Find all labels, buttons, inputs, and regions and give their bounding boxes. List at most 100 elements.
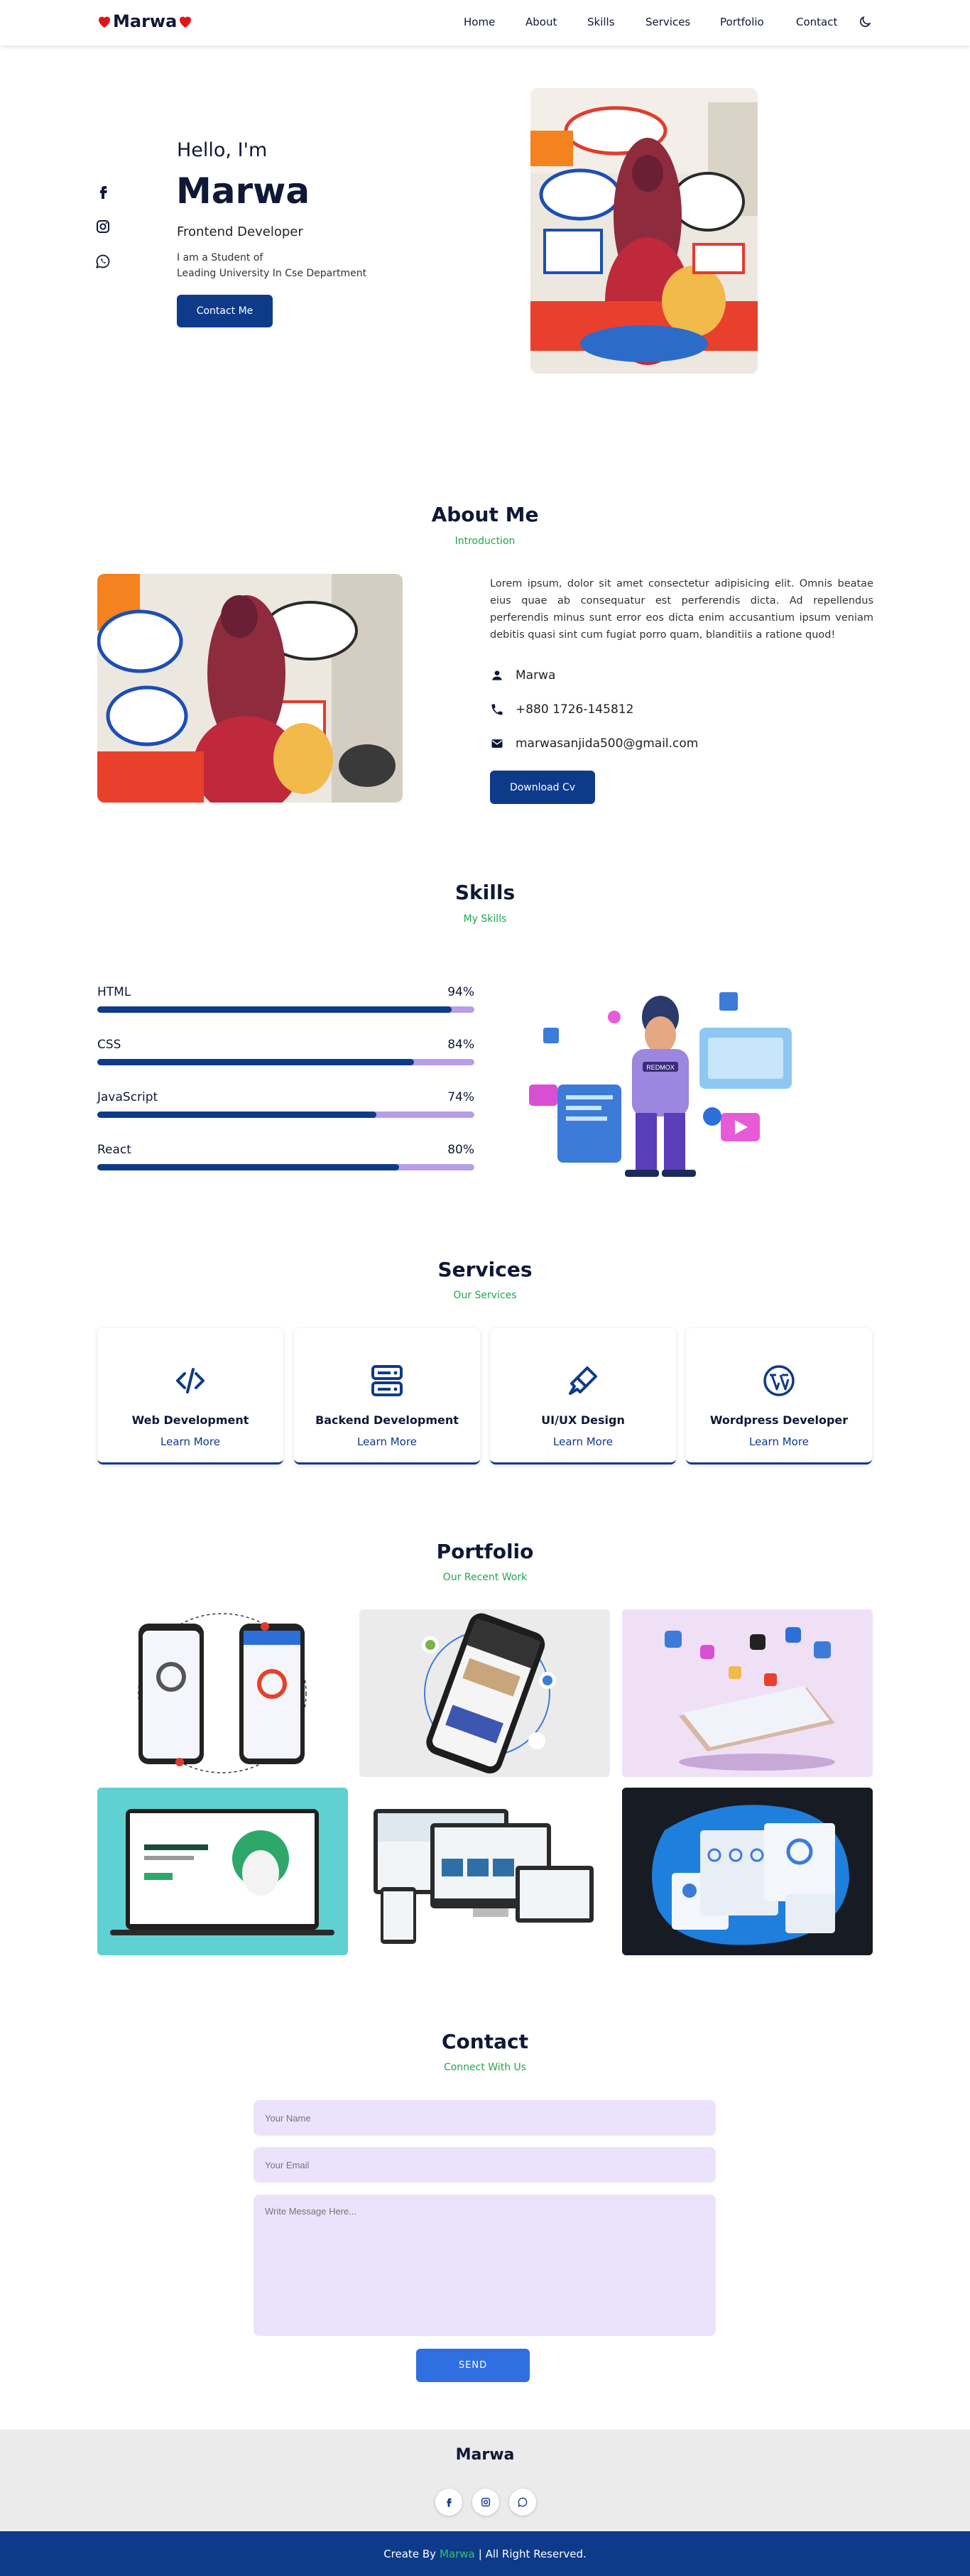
nav-about[interactable]: About	[525, 16, 557, 28]
heart-icon	[180, 16, 192, 28]
wordpress-icon	[763, 1365, 795, 1396]
skill-percent: 74%	[447, 1090, 474, 1104]
about-title: About Me	[431, 503, 539, 526]
illustration-shirt-label: REDMOX	[646, 1064, 675, 1071]
about-email-row: marwasanjida500@gmail.com	[490, 737, 698, 751]
message-textarea[interactable]	[254, 2195, 716, 2336]
services-title: Services	[437, 1258, 533, 1281]
nav-home[interactable]: Home	[464, 16, 495, 28]
name-input[interactable]	[254, 2100, 716, 2136]
learn-more-link[interactable]: Learn More	[294, 1435, 480, 1448]
skill-name: CSS	[97, 1038, 121, 1052]
nav-skills[interactable]: Skills	[587, 16, 615, 28]
hero-photo	[530, 88, 758, 374]
service-card-web[interactable]: Web Development Learn More	[97, 1328, 283, 1464]
contact-me-button[interactable]: Contact Me	[177, 295, 273, 327]
footer-instagram[interactable]	[472, 2489, 499, 2516]
portfolio-item-4[interactable]	[97, 1788, 348, 1955]
learn-more-link[interactable]: Learn More	[490, 1435, 676, 1448]
about-phone-row: +880 1726-145812	[490, 702, 633, 717]
skill-progress-bar	[97, 1059, 474, 1065]
nav-contact[interactable]: Contact	[796, 16, 837, 28]
portfolio-item-5[interactable]	[359, 1788, 610, 1955]
skill-percent: 94%	[447, 985, 474, 999]
hero-name: Marwa	[176, 170, 310, 212]
skill-progress-fill	[97, 1164, 399, 1170]
portfolio-item-1[interactable]	[97, 1609, 348, 1777]
skill-progress-fill	[97, 1059, 415, 1065]
instagram-icon	[481, 2497, 491, 2507]
skill-progress-fill	[97, 1112, 376, 1118]
service-card-backend[interactable]: Backend Development Learn More	[294, 1328, 480, 1464]
skill-name: JavaScript	[97, 1090, 158, 1104]
heart-icon	[99, 16, 110, 28]
skill-name: HTML	[97, 985, 131, 999]
skill-percent: 84%	[447, 1038, 474, 1052]
facebook-icon[interactable]	[94, 183, 111, 200]
skills-subtitle: My Skills	[463, 913, 507, 925]
services-subtitle: Our Services	[453, 1290, 517, 1301]
skills-title: Skills	[454, 881, 516, 904]
portfolio-title: Portfolio	[436, 1540, 534, 1563]
hero-greeting: Hello, I'm	[177, 139, 268, 161]
skills-illustration: REDMOX	[529, 978, 799, 1177]
portfolio-item-3[interactable]	[622, 1609, 873, 1777]
copyright-prefix: Create By	[383, 2547, 436, 2560]
service-card-uiux[interactable]: UI/UX Design Learn More	[490, 1328, 676, 1464]
learn-more-link[interactable]: Learn More	[97, 1435, 283, 1448]
code-icon	[176, 1368, 205, 1393]
copyright-suffix: | All Right Reserved.	[478, 2547, 587, 2560]
service-card-wordpress[interactable]: Wordpress Developer Learn More	[686, 1328, 872, 1464]
footer-whatsapp[interactable]	[509, 2489, 536, 2516]
skill-progress-bar	[97, 1112, 474, 1118]
logo-text: Marwa	[113, 11, 178, 31]
footer-brand: Marwa	[455, 2446, 515, 2464]
send-button[interactable]: SEND	[416, 2349, 530, 2382]
about-text: Lorem ipsum, dolor sit amet consectetur …	[490, 578, 873, 641]
mail-icon	[491, 739, 503, 748]
hero-role: Frontend Developer	[177, 224, 303, 239]
phone-icon	[491, 704, 503, 715]
email-input[interactable]	[254, 2147, 716, 2183]
download-cv-button[interactable]: Download Cv	[490, 771, 595, 804]
nav-portfolio[interactable]: Portfolio	[720, 16, 764, 28]
copyright-bar: Create By Marwa | All Right Reserved.	[0, 2531, 970, 2576]
server-icon	[371, 1365, 403, 1396]
skill-progress-fill	[97, 1006, 452, 1013]
whatsapp-icon	[518, 2497, 528, 2507]
contact-subtitle: Connect With Us	[443, 2062, 527, 2073]
user-icon	[492, 670, 502, 680]
moon-icon[interactable]	[858, 15, 872, 29]
service-title: Backend Development	[315, 1413, 459, 1427]
service-title: Web Development	[131, 1413, 249, 1427]
paint-brush-icon	[569, 1366, 597, 1395]
skill-progress-bar	[97, 1164, 474, 1170]
site-header: Marwa Home About Skills Services Portfol…	[0, 0, 970, 45]
skill-percent: 80%	[447, 1143, 474, 1157]
site-logo[interactable]: Marwa	[96, 11, 194, 31]
service-title: UI/UX Design	[541, 1413, 625, 1427]
hero-desc-line1: I am a Student of	[177, 252, 263, 263]
service-title: Wordpress Developer	[709, 1413, 849, 1427]
nav-services[interactable]: Services	[645, 16, 690, 28]
whatsapp-icon[interactable]	[94, 253, 111, 270]
learn-more-link[interactable]: Learn More	[686, 1435, 872, 1448]
about-name: Marwa	[516, 668, 556, 683]
footer-facebook[interactable]	[435, 2489, 462, 2516]
portfolio-item-2[interactable]	[359, 1609, 610, 1777]
instagram-icon[interactable]	[94, 218, 111, 235]
portfolio-subtitle: Our Recent Work	[442, 1572, 528, 1583]
about-email: marwasanjida500@gmail.com	[516, 737, 699, 751]
footer	[0, 2430, 970, 2531]
about-subtitle: Introduction	[454, 536, 516, 547]
skill-progress-bar	[97, 1006, 474, 1013]
copyright-name[interactable]: Marwa	[440, 2548, 475, 2560]
facebook-icon	[447, 2498, 452, 2507]
about-name-row: Marwa	[490, 668, 555, 683]
contact-title: Contact	[442, 2030, 528, 2053]
about-phone: +880 1726-145812	[516, 702, 634, 717]
hero-desc-line2: Leading University In Cse Department	[177, 268, 367, 279]
about-photo	[97, 574, 403, 803]
skill-name: React	[97, 1143, 131, 1157]
portfolio-item-6[interactable]	[622, 1788, 873, 1955]
